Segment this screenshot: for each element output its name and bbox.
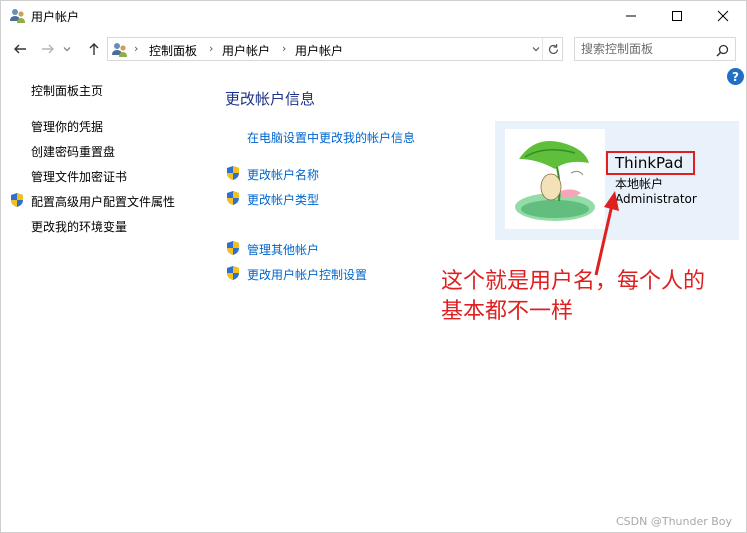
minimize-button[interactable] [608,1,654,31]
page-title: 更改帐户信息 [225,90,316,108]
title-bar: 用户帐户 [1,1,746,31]
address-bar[interactable]: › 控制面板 › 用户帐户 › 用户帐户 [107,37,563,61]
arrow-right-icon [42,44,54,54]
search-input[interactable] [581,41,711,57]
chevron-right-icon[interactable]: › [209,42,213,55]
uac-shield-icon [227,166,239,180]
refresh-button[interactable] [542,38,564,60]
annotation-line-1: 这个就是用户名，每个人的 [441,269,706,294]
chevron-right-icon[interactable]: › [282,42,286,55]
watermark: CSDN @Thunder Boy [616,515,733,528]
breadcrumb-control-panel[interactable]: 控制面板 [149,42,197,59]
link-change-account-type[interactable]: 更改帐户类型 [247,191,319,208]
window-title: 用户帐户 [31,10,80,24]
link-change-account-name[interactable]: 更改帐户名称 [247,166,319,183]
annotation-text: 这个就是用户名，每个人的 基本都不一样 [441,267,741,327]
search-box [574,37,736,61]
up-button[interactable] [83,37,105,61]
forward-button[interactable] [37,37,59,61]
sidebar-create-password-reset-disk[interactable]: 创建密码重置盘 [31,143,115,160]
arrow-up-icon [89,43,99,55]
chevron-down-icon [532,47,539,52]
back-button[interactable] [9,37,31,61]
breadcrumb-user-accounts-current[interactable]: 用户帐户 [295,42,343,59]
sidebar-manage-credentials[interactable]: 管理你的凭据 [31,118,103,135]
uac-shield-icon [11,193,23,207]
refresh-icon [548,43,559,54]
annotation-line-2: 基本都不一样 [441,299,574,324]
help-icon[interactable]: ? [727,68,744,85]
sidebar-advanced-profile-properties[interactable]: 配置高级用户配置文件属性 [31,193,175,210]
link-change-in-pc-settings[interactable]: 在电脑设置中更改我的帐户信息 [247,129,415,146]
close-icon [717,10,729,22]
chevron-right-icon: › [134,42,139,55]
close-button[interactable] [700,1,746,31]
account-group-label: Administrator [615,192,697,206]
sidebar-control-panel-home[interactable]: 控制面板主页 [31,82,103,99]
control-panel-window: 用户帐户 › 控制面板 › 用户帐户 › 用户帐户 搜索控制面板 ? 控制面板主… [0,0,747,533]
uac-shield-icon [227,266,239,280]
search-icon[interactable] [713,41,731,59]
annotation-arrow [594,191,619,276]
user-name: ThinkPad [615,154,684,172]
maximize-icon [672,11,682,21]
users-icon [10,9,25,23]
breadcrumb-user-accounts[interactable]: 用户帐户 [222,42,270,59]
chevron-down-icon [63,47,71,52]
maximize-button[interactable] [654,1,700,31]
minimize-icon [626,15,636,17]
users-icon [112,43,127,57]
recent-locations-button[interactable] [59,37,75,61]
uac-shield-icon [227,191,239,205]
link-manage-other-accounts[interactable]: 管理其他帐户 [247,241,319,258]
navigation-bar: › 控制面板 › 用户帐户 › 用户帐户 [1,35,746,63]
sidebar-manage-encryption-certificates[interactable]: 管理文件加密证书 [31,168,127,185]
uac-shield-icon [227,241,239,255]
sidebar-change-environment-variables[interactable]: 更改我的环境变量 [31,218,127,235]
arrow-left-icon [14,44,26,54]
link-change-uac-settings[interactable]: 更改用户帐户控制设置 [247,266,367,283]
